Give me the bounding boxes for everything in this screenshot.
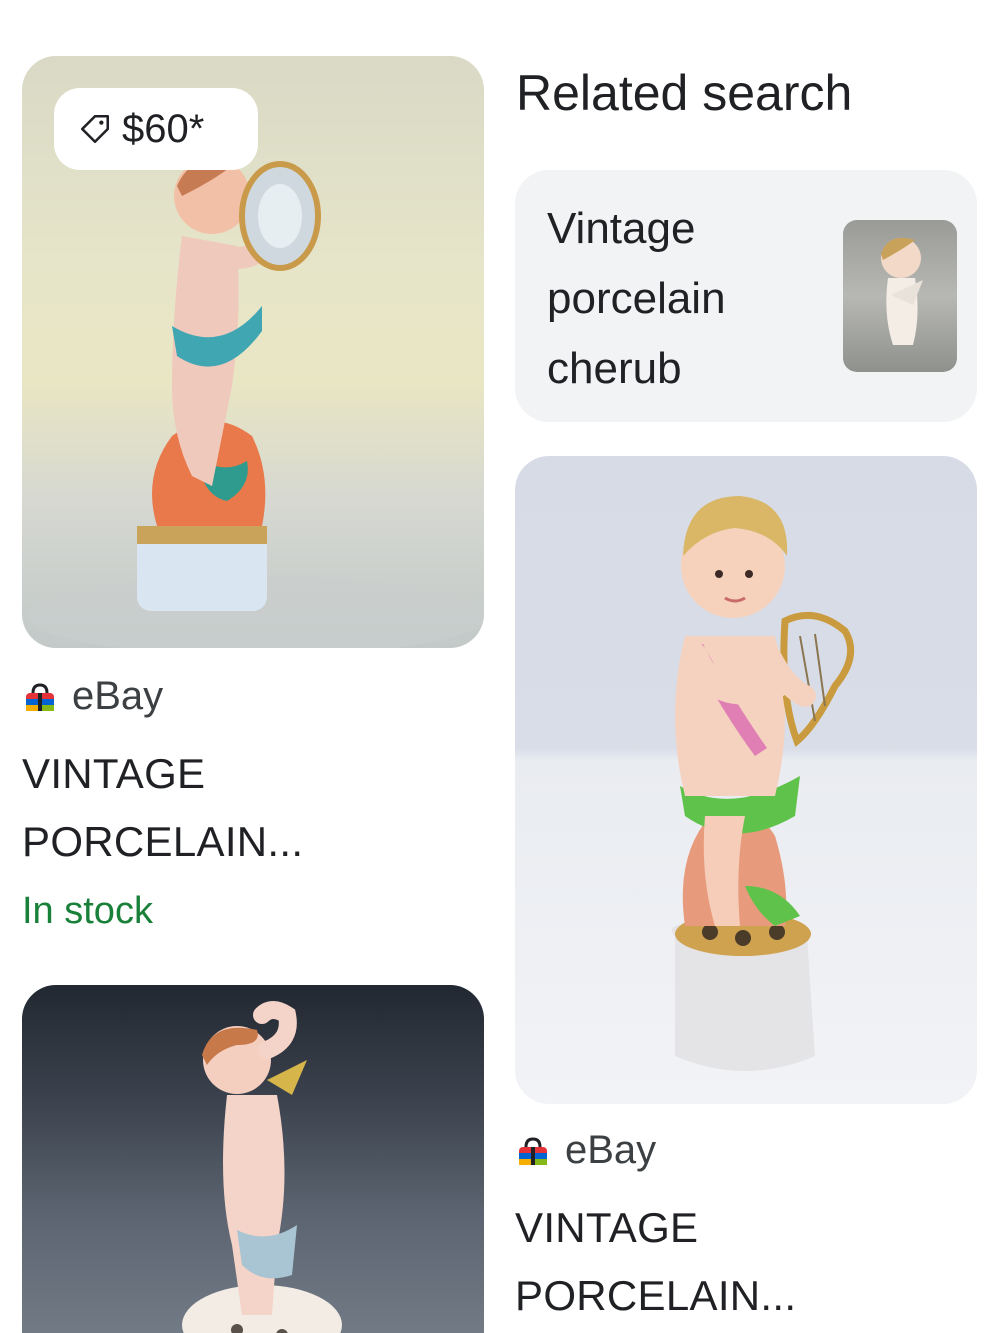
search-results-page: $60* eBay VINTAGE PORCELAIN... In stock [0, 0, 1000, 1333]
cherub-dancing-figure [182, 1001, 342, 1333]
stock-status: In stock [22, 890, 153, 932]
related-search-line3: cherub [547, 344, 682, 393]
related-search-line2: porcelain [547, 274, 726, 323]
source-name: eBay [72, 674, 164, 718]
result-source[interactable]: eBay [22, 674, 163, 719]
result-title[interactable]: VINTAGE PORCELAIN... [515, 1194, 796, 1330]
price-tag-icon [80, 114, 110, 144]
cherub-lyre-figure [671, 496, 855, 1071]
result-title[interactable]: VINTAGE PORCELAIN... [22, 740, 303, 876]
result-title-line2: PORCELAIN... [515, 1272, 797, 1319]
result-image-cherub-lyre[interactable] [515, 456, 977, 1104]
related-search-label: Vintage porcelain cherub [547, 194, 817, 404]
result-title-line2: PORCELAIN... [22, 818, 304, 865]
result-image-cherub-dancing[interactable] [22, 985, 484, 1333]
result-source[interactable]: eBay [515, 1128, 656, 1173]
ebay-logo-icon [26, 682, 54, 711]
related-search-line1: Vintage [547, 204, 696, 253]
ebay-logo-icon [519, 1136, 547, 1165]
result-title-line1: VINTAGE [515, 1204, 699, 1251]
cherub-thumbnail-figure [881, 237, 923, 345]
price-badge: $60* [54, 88, 258, 170]
related-search-heading: Related search [516, 65, 853, 121]
price-label: $60* [122, 106, 205, 151]
related-search-chip[interactable]: Vintage porcelain cherub [515, 170, 977, 422]
source-name: eBay [565, 1128, 657, 1172]
result-title-line1: VINTAGE [22, 750, 206, 797]
related-search-thumbnail [843, 220, 957, 372]
